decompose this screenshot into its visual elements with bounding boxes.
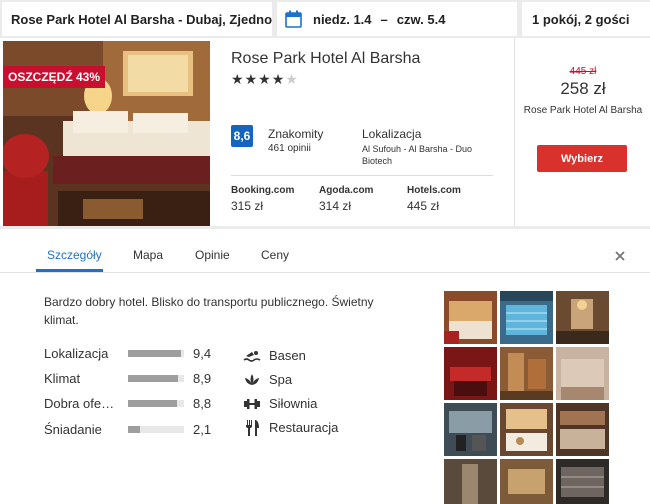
rating-label: Znakomity	[268, 127, 324, 141]
hotel-photo[interactable]: OSZCZĘDŹ 43%	[3, 41, 210, 226]
partner-price: 315 zł	[231, 199, 264, 213]
metric-bar	[128, 426, 184, 433]
gallery-photo[interactable]	[444, 291, 497, 344]
gallery-photo[interactable]	[556, 291, 609, 344]
score-badge[interactable]: 8,6	[231, 125, 253, 147]
gallery-photo[interactable]	[500, 347, 553, 400]
amenity-label: Siłownia	[269, 396, 318, 411]
check-in-date: niedz. 1.4	[313, 11, 372, 27]
partner-price: 445 zł	[407, 199, 440, 213]
deal-site: Rose Park Hotel Al Barsha	[523, 105, 643, 116]
partner-offer-booking[interactable]: Booking.com 315 zł	[231, 185, 294, 213]
dates-field[interactable]: niedz. 1.4 – czw. 5.4	[277, 2, 517, 36]
close-icon[interactable]	[612, 248, 628, 264]
metric-location: Lokalizacja 9,4	[44, 344, 224, 364]
star-empty-icon: ★	[285, 71, 299, 87]
tab-details[interactable]: Szczegóły	[47, 248, 102, 262]
check-out-date: czw. 5.4	[396, 11, 446, 27]
metric-label: Lokalizacja	[44, 346, 109, 361]
lotus-icon	[245, 374, 259, 385]
divider	[231, 175, 493, 176]
rooms-guests-text: 1 pokój, 2 gości	[532, 11, 630, 27]
select-button[interactable]: Wybierz	[537, 145, 627, 172]
hotel-name[interactable]: Rose Park Hotel Al Barsha	[231, 50, 420, 68]
calendar-icon	[285, 10, 302, 28]
gallery-photo[interactable]	[444, 403, 497, 456]
location-label: Lokalizacja	[362, 127, 422, 141]
discount-badge: OSZCZĘDŹ 43%	[3, 66, 106, 88]
hotel-card: OSZCZĘDŹ 43% Rose Park Hotel Al Barsha ★…	[0, 38, 650, 226]
date-separator: –	[380, 11, 388, 27]
gallery-photo[interactable]	[500, 459, 553, 504]
destination-field[interactable]: Rose Park Hotel Al Barsha - Dubaj, Zjedn…	[2, 2, 272, 36]
metric-breakfast: Śniadanie 2,1	[44, 420, 224, 440]
tab-reviews[interactable]: Opinie	[195, 248, 230, 262]
star-icon: ★	[231, 71, 245, 87]
divider	[0, 272, 650, 273]
metric-value-for-money: Dobra ofe… 8,8	[44, 394, 224, 414]
search-bar: Rose Park Hotel Al Barsha - Dubaj, Zjedn…	[0, 0, 650, 38]
photo-gallery	[444, 291, 609, 504]
gallery-photo[interactable]	[556, 403, 609, 456]
spa-room-image	[444, 347, 497, 400]
amenity-label: Basen	[269, 348, 306, 363]
metric-label: Dobra ofe…	[44, 396, 115, 411]
restaurant-image	[500, 403, 553, 456]
partner-price: 314 zł	[319, 199, 352, 213]
dumbbell-icon	[244, 399, 260, 409]
partner-name: Agoda.com	[319, 185, 374, 196]
tab-prices[interactable]: Ceny	[261, 248, 289, 262]
metric-value: 9,4	[193, 346, 212, 361]
lobby-image	[556, 291, 609, 344]
gym-image	[444, 403, 497, 456]
old-price: 445 zł	[569, 66, 597, 77]
star-icon: ★	[244, 71, 259, 87]
gallery-photo[interactable]	[500, 291, 553, 344]
partner-offer-agoda[interactable]: Agoda.com 314 zł	[319, 185, 373, 213]
tab-map[interactable]: Mapa	[133, 248, 163, 262]
metric-label: Śniadanie	[44, 422, 102, 437]
gallery-photo[interactable]	[444, 459, 497, 504]
gallery-photo[interactable]	[444, 347, 497, 400]
star-rating: ★★★★★	[231, 71, 299, 88]
review-count[interactable]: 461 opinii	[268, 143, 311, 154]
amenity-label: Spa	[269, 372, 293, 387]
bathroom-image	[500, 347, 553, 400]
room-image	[556, 347, 609, 400]
metric-bar	[128, 350, 184, 357]
pool-image	[500, 291, 553, 344]
partner-offer-hotels[interactable]: Hotels.com 445 zł	[407, 185, 461, 213]
destination-text: Rose Park Hotel Al Barsha - Dubaj, Zjedn…	[11, 11, 272, 27]
metric-value: 2,1	[193, 422, 212, 437]
fork-knife-icon	[246, 420, 259, 436]
partner-name: Booking.com	[231, 185, 295, 196]
gallery-photo[interactable]	[500, 403, 553, 456]
room-image	[444, 291, 497, 344]
gallery-photo[interactable]	[556, 459, 609, 504]
swimmer-icon	[243, 351, 261, 362]
partner-name: Hotels.com	[407, 185, 461, 196]
metric-value: 8,8	[193, 396, 212, 411]
divider	[514, 38, 515, 226]
metric-label: Klimat	[44, 371, 81, 386]
amenity-label: Restauracja	[269, 420, 339, 435]
location-text[interactable]: Al Sufouh - Al Barsha - Duo Biotech	[362, 143, 497, 167]
star-icon: ★	[258, 71, 272, 87]
details-panel: Szczegóły Mapa Opinie Ceny Bardzo dobry …	[0, 229, 650, 504]
lobby-image	[500, 459, 553, 504]
hotel-description: Bardzo dobry hotel. Blisko do transportu…	[44, 295, 374, 327]
shop-image	[556, 459, 609, 504]
gallery-photo[interactable]	[556, 347, 609, 400]
metric-value: 8,9	[193, 371, 212, 386]
deal-price: 258 zł	[560, 79, 606, 98]
star-icon: ★	[271, 71, 286, 87]
metric-atmosphere: Klimat 8,9	[44, 369, 224, 389]
dining-image	[556, 403, 609, 456]
corridor-image	[444, 459, 497, 504]
metric-bar	[128, 375, 184, 382]
rooms-guests-field[interactable]: 1 pokój, 2 gości	[522, 2, 650, 36]
metric-bar	[128, 400, 184, 407]
